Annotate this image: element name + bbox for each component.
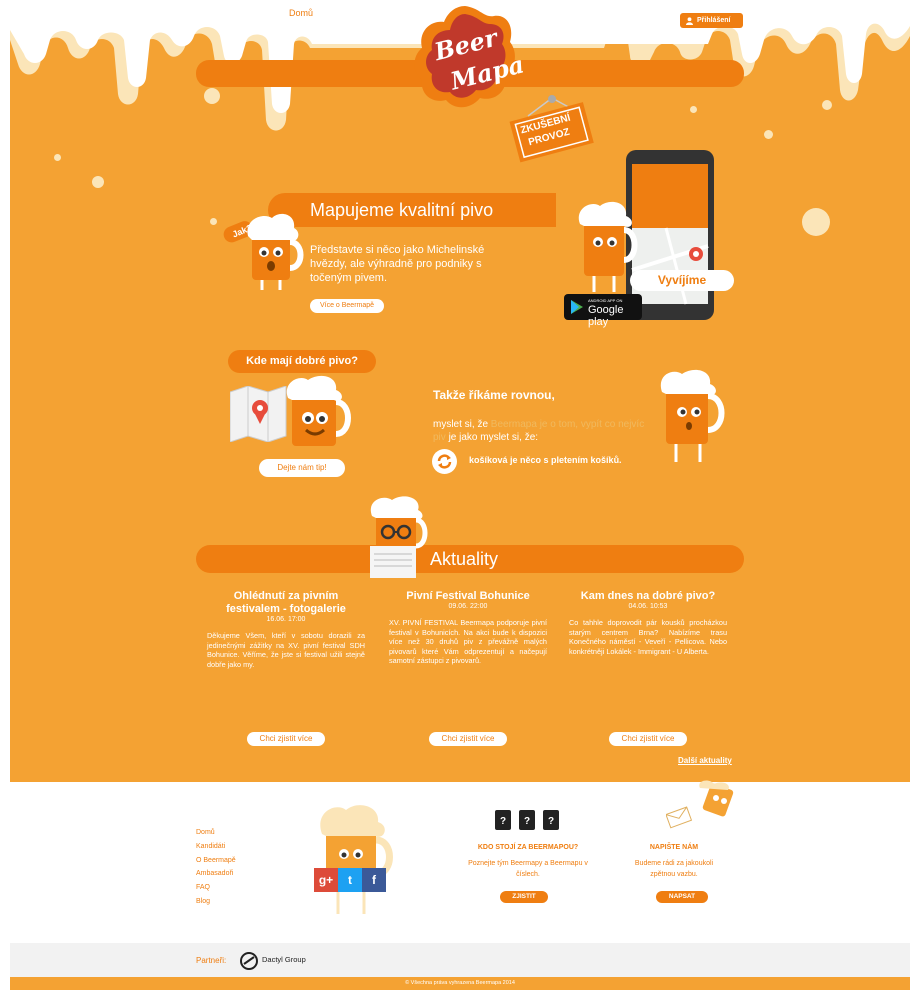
news-item-date: 09.06. 22:00 bbox=[448, 603, 488, 610]
more-news-link[interactable]: Další aktuality bbox=[678, 756, 732, 765]
news-item-title[interactable]: Pivní Festival Bohunice bbox=[389, 590, 547, 603]
gplay-small-text: ANDROID APP ON bbox=[588, 298, 623, 303]
footer-link-o-beermape[interactable]: O Beermapě bbox=[196, 854, 236, 868]
hero-description: Představte si něco jako Michelinské hvěz… bbox=[310, 244, 485, 284]
refresh-button[interactable] bbox=[432, 449, 457, 474]
svg-text:?: ? bbox=[548, 816, 554, 827]
news-item-text: Co tahhle doprovodit pár kousků procházk… bbox=[569, 618, 727, 656]
trial-sign: ZKUŠEBNÍ PROVOZ bbox=[504, 94, 594, 164]
footer-link-domu[interactable]: Domů bbox=[196, 826, 236, 840]
footer-navigation: Domů Kandidáti O Beermapě Ambasadoři FAQ… bbox=[196, 826, 236, 909]
twitter-button[interactable]: t bbox=[338, 868, 362, 892]
copyright-text: © Všechna práva vyhrazena Beermapa 2014 bbox=[405, 980, 515, 986]
partner-label: Partneři: bbox=[196, 956, 227, 965]
developing-badge: Vyvíjíme bbox=[630, 270, 734, 291]
nav-item-ambasadori[interactable]: Ambasadoři bbox=[550, 0, 598, 27]
play-store-icon bbox=[571, 300, 583, 314]
team-title: KDO STOJÍ ZA BEERMAPOU? bbox=[477, 844, 579, 851]
login-button[interactable]: Přihlášení bbox=[680, 13, 743, 28]
write-us-text: Budeme rádi za jakoukoli zpětnou vazbu. bbox=[634, 860, 714, 878]
news-more-button[interactable]: Chci zjistit více bbox=[247, 732, 325, 746]
jak-mug-mascot: Jak? bbox=[218, 206, 308, 292]
more-about-button[interactable]: Více o Beermapě bbox=[310, 299, 384, 313]
partner-bar bbox=[10, 943, 910, 977]
news-item-date: 04.06. 10:53 bbox=[628, 603, 668, 610]
news-item-title[interactable]: Ohlédnutí za pivním festivalem - fotogal… bbox=[207, 590, 365, 616]
partner-name[interactable]: Dactyl Group bbox=[262, 955, 306, 964]
news-item-text: Děkujeme Všem, kteří v sobotu dorazili z… bbox=[207, 631, 365, 669]
mail-mug-icon bbox=[666, 780, 734, 829]
hero-title: Mapujeme kvalitní pivo bbox=[268, 193, 556, 227]
news-more-button[interactable]: Chci zjistit více bbox=[609, 732, 687, 746]
give-tip-button[interactable]: Dejte nám tip! bbox=[259, 459, 345, 477]
refresh-icon bbox=[437, 454, 452, 469]
tip-line: myslet si, že Beermapa je o tom, vypít c… bbox=[433, 418, 653, 444]
tip-line-end: je jako myslet si, že: bbox=[445, 432, 539, 443]
news-item-date: 16.06. 17:00 bbox=[266, 616, 306, 623]
team-mugs-icon: ??? bbox=[495, 810, 559, 830]
news-item: Kam dnes na dobré pivo? 04.06. 10:53 Co … bbox=[569, 590, 727, 656]
google-plus-button[interactable]: g+ bbox=[314, 868, 338, 892]
tip-line-start: myslet si, že bbox=[433, 419, 491, 430]
news-title: Aktuality bbox=[430, 549, 499, 569]
tip-kosik-text: košíková je něco s pletením košíků. bbox=[469, 455, 622, 465]
user-icon bbox=[686, 16, 693, 25]
newspaper-mug-mascot bbox=[366, 494, 428, 578]
svg-text:?: ? bbox=[524, 816, 530, 827]
find-out-button[interactable]: ZJISTIT bbox=[500, 891, 548, 903]
footer-link-kandidati[interactable]: Kandidáti bbox=[196, 840, 236, 854]
nav-item-kandidati[interactable]: Kandidáti bbox=[342, 0, 380, 27]
write-button[interactable]: NAPSAT bbox=[656, 891, 708, 903]
team-text: Poznejte tým Beermapy a Beermapu v čísle… bbox=[468, 860, 588, 878]
news-item-title[interactable]: Kam dnes na dobré pivo? bbox=[569, 590, 727, 603]
footer-mug-mascot bbox=[310, 800, 396, 918]
gplay-big-text: Google play bbox=[588, 304, 624, 328]
write-us-title: NAPIŠTE NÁM bbox=[649, 844, 699, 851]
login-label: Přihlášení bbox=[697, 17, 731, 24]
news-item-text: XV. PIVNÍ FESTIVAL Beermapa podporuje pi… bbox=[389, 618, 547, 666]
thinking-mug-mascot bbox=[656, 366, 736, 466]
tip-heading: Takže říkáme rovnou, bbox=[433, 388, 555, 402]
facebook-button[interactable]: f bbox=[362, 868, 386, 892]
news-more-button[interactable]: Chci zjistit více bbox=[429, 732, 507, 746]
footer-link-blog[interactable]: Blog bbox=[196, 895, 236, 909]
google-play-button[interactable]: ANDROID APP ON Google play bbox=[564, 294, 642, 328]
tip-mug-mascot bbox=[280, 372, 356, 458]
page: Přihlášení Domů Kandidáti Ambasadoři O B… bbox=[10, 0, 910, 990]
svg-text:?: ? bbox=[500, 816, 506, 827]
news-item: Pivní Festival Bohunice 09.06. 22:00 XV.… bbox=[389, 590, 547, 666]
where-good-beer-pill: Kde mají dobré pivo? bbox=[228, 350, 376, 373]
hero-section: Přihlášení Domů Kandidáti Ambasadoři O B… bbox=[10, 0, 910, 782]
nav-item-domu[interactable]: Domů bbox=[274, 0, 328, 27]
nav-item-o-beermape[interactable]: O Beermapě bbox=[621, 0, 672, 27]
news-item: Ohlédnutí za pivním festivalem - fotogal… bbox=[207, 590, 365, 669]
footer-link-ambasadori[interactable]: Ambasadoři bbox=[196, 867, 236, 881]
footer-link-faq[interactable]: FAQ bbox=[196, 881, 236, 895]
